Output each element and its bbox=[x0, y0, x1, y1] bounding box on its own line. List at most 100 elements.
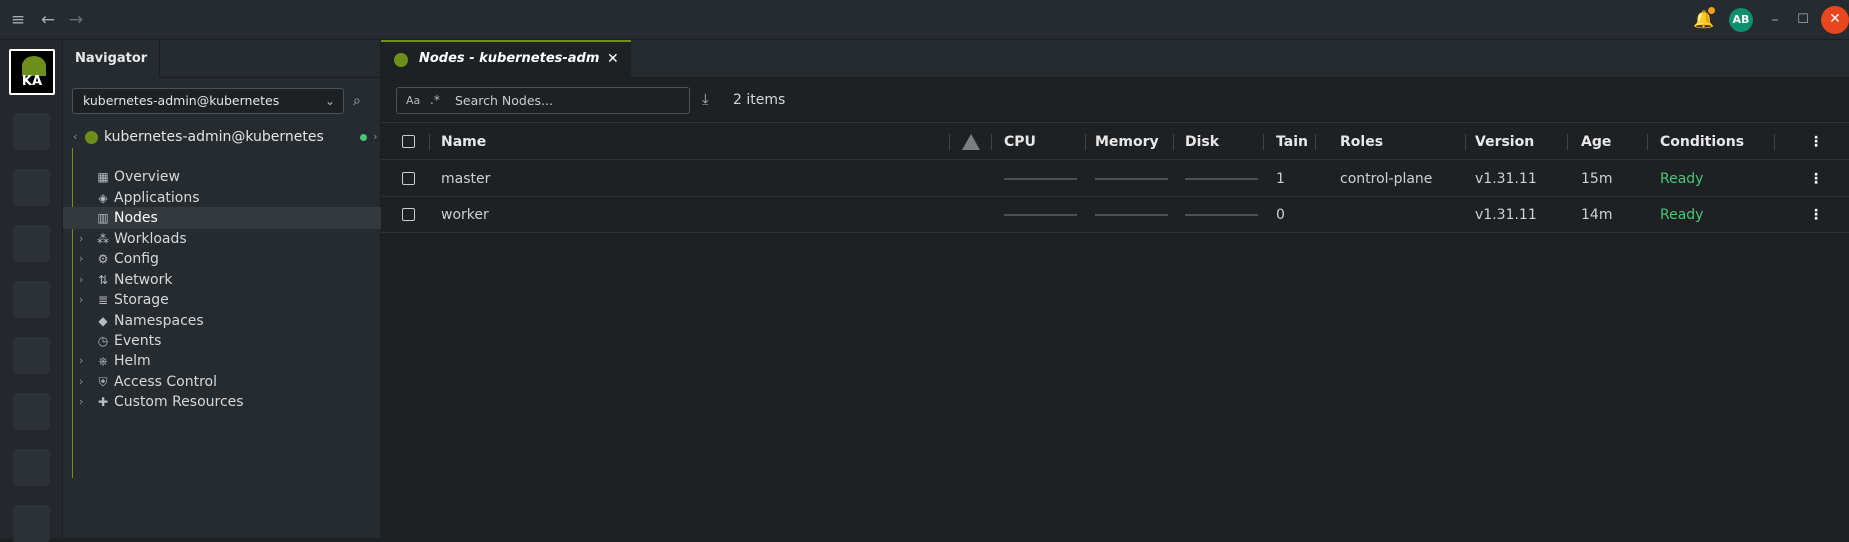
tab-nodes[interactable]: Nodes - kubernetes-admin@... ✕ bbox=[381, 40, 631, 78]
tab-label: Nodes - kubernetes-admin@... bbox=[419, 51, 599, 66]
maximize-icon[interactable]: ☐ bbox=[1793, 10, 1813, 30]
chevron-down-icon: ⌄ bbox=[324, 94, 335, 108]
sidebar-item-namespaces[interactable]: ◆ Namespaces bbox=[63, 310, 381, 332]
header-conditions[interactable]: Conditions bbox=[1660, 124, 1770, 160]
cluster-select-value: kubernetes-admin@kubernetes bbox=[83, 93, 280, 108]
menu-icon[interactable]: ≡ bbox=[8, 10, 28, 30]
column-separator bbox=[1567, 134, 1568, 150]
disk-bar bbox=[1185, 178, 1258, 180]
hotbar-slot[interactable] bbox=[13, 393, 50, 430]
chevron-right-icon[interactable]: › bbox=[79, 269, 83, 291]
search-field[interactable]: Aa .* bbox=[396, 87, 690, 114]
sidebar-item-label: Custom Resources bbox=[114, 394, 244, 410]
clock-icon: ◷ bbox=[97, 334, 109, 348]
node-roles: control-plane bbox=[1340, 171, 1433, 187]
cluster-tree-root[interactable]: ‹ kubernetes-admin@kubernetes › bbox=[73, 128, 377, 148]
sidebar-item-access-control[interactable]: › ⛨ Access Control bbox=[63, 371, 381, 393]
sidebar-item-storage[interactable]: › ≣ Storage bbox=[63, 289, 381, 311]
column-separator bbox=[1774, 134, 1775, 150]
hotbar-slot[interactable] bbox=[13, 169, 50, 206]
match-case-toggle[interactable]: Aa bbox=[406, 88, 420, 113]
chevron-right-icon[interactable]: › bbox=[79, 248, 83, 270]
sidebar-item-label: Helm bbox=[114, 353, 151, 369]
header-age[interactable]: Age bbox=[1581, 124, 1641, 160]
header-name[interactable]: Name bbox=[441, 124, 701, 160]
network-icon: ⇅ bbox=[97, 273, 109, 287]
table-row[interactable]: worker 0 v1.31.11 14m Ready ⋮ bbox=[381, 197, 1849, 233]
sidebar-item-label: Events bbox=[114, 333, 162, 349]
arrow-left-icon[interactable]: ← bbox=[38, 10, 58, 30]
cpu-bar bbox=[1004, 214, 1077, 216]
row-menu-icon[interactable]: ⋮ bbox=[1809, 197, 1823, 233]
sidebar-item-label: Network bbox=[114, 272, 173, 288]
disk-bar bbox=[1185, 214, 1258, 216]
warning-icon[interactable] bbox=[962, 134, 980, 150]
memory-bar bbox=[1095, 178, 1168, 180]
kubernetes-icon bbox=[394, 53, 408, 67]
hotbar-slot[interactable] bbox=[13, 281, 50, 318]
chevron-right-icon[interactable]: › bbox=[79, 350, 83, 372]
chevron-right-icon[interactable]: › bbox=[79, 371, 83, 393]
kubernetes-icon bbox=[85, 131, 98, 144]
header-disk[interactable]: Disk bbox=[1185, 124, 1245, 160]
header-taints[interactable]: Taints bbox=[1276, 124, 1307, 160]
header-roles[interactable]: Roles bbox=[1340, 124, 1460, 160]
hotbar-slot[interactable] bbox=[13, 225, 50, 262]
avatar[interactable]: AB bbox=[1729, 8, 1753, 32]
sidebar-item-network[interactable]: › ⇅ Network bbox=[63, 269, 381, 291]
node-version: v1.31.11 bbox=[1475, 171, 1537, 187]
row-menu-icon[interactable]: ⋮ bbox=[1809, 161, 1823, 197]
kubernetes-icon bbox=[22, 56, 46, 76]
hotbar-slot[interactable] bbox=[13, 113, 50, 150]
columns-menu-icon[interactable]: ⋮ bbox=[1809, 124, 1823, 160]
select-all-checkbox[interactable] bbox=[402, 135, 415, 148]
search-input[interactable] bbox=[455, 91, 680, 110]
node-age: 15m bbox=[1581, 171, 1613, 187]
hotbar-slot[interactable] bbox=[13, 505, 50, 542]
hotbar-slot[interactable] bbox=[13, 337, 50, 374]
header-cpu[interactable]: CPU bbox=[1004, 124, 1064, 160]
minimize-icon[interactable]: – bbox=[1765, 10, 1785, 30]
sidebar-item-events[interactable]: ◷ Events bbox=[63, 330, 381, 352]
sidebar-item-label: Namespaces bbox=[114, 313, 204, 329]
cluster-select[interactable]: kubernetes-admin@kubernetes ⌄ bbox=[72, 88, 344, 114]
hotbar-slot[interactable] bbox=[13, 449, 50, 486]
column-separator bbox=[1315, 134, 1316, 150]
chevron-right-icon[interactable]: › bbox=[79, 391, 83, 413]
window-close-icon[interactable]: ✕ bbox=[1821, 6, 1849, 34]
sidebar-item-label: Storage bbox=[114, 292, 169, 308]
chevron-left-icon[interactable]: ‹ bbox=[73, 128, 77, 146]
row-checkbox[interactable] bbox=[402, 208, 415, 221]
column-separator bbox=[949, 134, 950, 150]
sidebar-item-workloads[interactable]: › ⁂ Workloads bbox=[63, 228, 381, 250]
node-conditions: Ready bbox=[1660, 171, 1704, 187]
shield-icon: ⛨ bbox=[98, 375, 108, 389]
row-checkbox[interactable] bbox=[402, 172, 415, 185]
node-roles bbox=[1340, 197, 1460, 233]
node-name: master bbox=[441, 171, 491, 187]
navigator-tab[interactable]: Navigator bbox=[63, 40, 161, 78]
arrow-right-icon[interactable]: → bbox=[66, 10, 86, 30]
sidebar-item-applications[interactable]: ◈ Applications bbox=[63, 187, 381, 209]
sidebar-item-config[interactable]: › ⚙ Config bbox=[63, 248, 381, 270]
header-memory[interactable]: Memory bbox=[1095, 124, 1165, 160]
cluster-hotbar-icon[interactable]: KA bbox=[9, 49, 55, 95]
regex-toggle[interactable]: .* bbox=[430, 88, 440, 113]
sidebar-item-helm[interactable]: › ⎈ Helm bbox=[63, 350, 381, 372]
download-icon[interactable]: ⤓ bbox=[702, 90, 709, 108]
close-icon[interactable]: ✕ bbox=[607, 42, 619, 76]
chevron-right-icon[interactable]: › bbox=[373, 128, 377, 146]
cpu-bar bbox=[1004, 178, 1077, 180]
search-icon[interactable]: ⌕ bbox=[353, 93, 361, 109]
chevron-right-icon[interactable]: › bbox=[79, 228, 83, 250]
main-panel: Nodes - kubernetes-admin@... ✕ Aa .* ⤓ 2… bbox=[381, 40, 1849, 538]
header-version[interactable]: Version bbox=[1475, 124, 1565, 160]
sidebar-header: Navigator bbox=[63, 40, 381, 78]
sidebar-item-label: Workloads bbox=[114, 231, 187, 247]
chevron-right-icon[interactable]: › bbox=[79, 289, 83, 311]
sidebar-item-overview[interactable]: ▦ Overview bbox=[63, 166, 381, 188]
sidebar-item-nodes[interactable]: ▥ Nodes bbox=[63, 207, 381, 229]
table-row[interactable]: master 1 control-plane v1.31.11 15m Read… bbox=[381, 161, 1849, 197]
sidebar-item-custom-resources[interactable]: › ✚ Custom Resources bbox=[63, 391, 381, 413]
column-separator bbox=[1173, 134, 1174, 150]
